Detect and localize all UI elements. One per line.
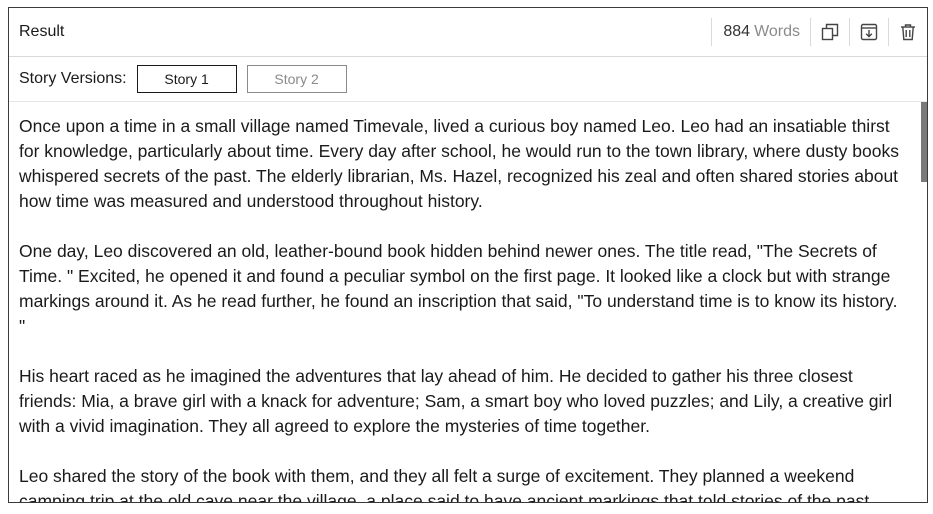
scrollbar-thumb[interactable] xyxy=(921,102,927,182)
story-2-button[interactable]: Story 2 xyxy=(246,65,347,93)
story-paragraph: One day, Leo discovered an old, leather-… xyxy=(19,241,898,336)
copy-button[interactable] xyxy=(810,18,849,46)
trash-icon xyxy=(901,24,915,41)
word-count-unit: Words xyxy=(754,23,800,40)
story-1-button[interactable]: Story 1 xyxy=(136,65,237,93)
scrollbar[interactable] xyxy=(921,102,927,502)
copy-icon xyxy=(821,23,839,41)
delete-button[interactable] xyxy=(888,18,927,46)
result-header: Result 884 Words xyxy=(9,8,927,57)
story-versions-bar: Story Versions: Story 1 Story 2 xyxy=(9,57,927,102)
result-panel: Result 884 Words Story Versions: Story 1… xyxy=(8,7,928,503)
word-count: 884 Words xyxy=(711,18,810,46)
download-button[interactable] xyxy=(849,18,888,46)
story-paragraph: Leo shared the story of the book with th… xyxy=(19,466,875,502)
story-paragraph: His heart raced as he imagined the adven… xyxy=(19,366,893,436)
header-toolbar: 884 Words xyxy=(711,8,927,56)
result-title: Result xyxy=(19,23,65,40)
download-icon xyxy=(860,23,878,41)
story-content[interactable]: Once upon a time in a small village name… xyxy=(9,102,927,502)
story-paragraph: Once upon a time in a small village name… xyxy=(19,116,899,211)
story-versions-label: Story Versions: xyxy=(19,70,127,87)
word-count-number: 884 xyxy=(723,23,751,40)
